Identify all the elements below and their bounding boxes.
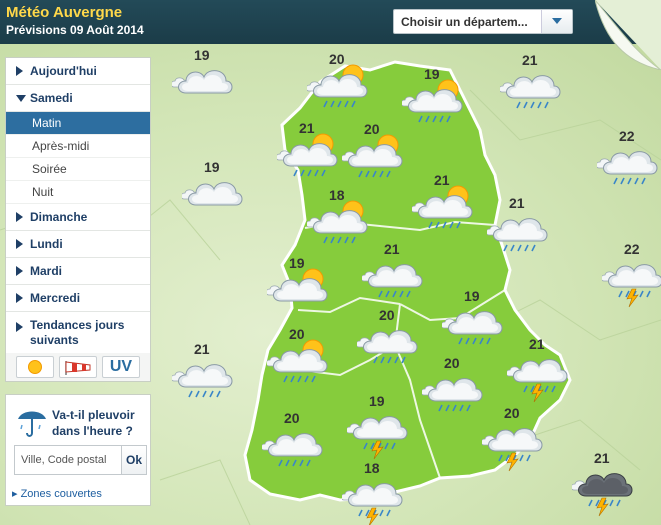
forecast-temperature: 20 bbox=[289, 326, 305, 342]
forecast-temperature: 20 bbox=[284, 410, 300, 426]
menu-item-mardi[interactable]: Mardi bbox=[6, 258, 150, 285]
forecast-date: Prévisions 09 Août 2014 bbox=[6, 23, 144, 37]
forecast-temperature: 19 bbox=[204, 159, 220, 175]
forecast-marker[interactable]: 20 bbox=[260, 410, 330, 470]
rain-question: Va-t-il pleuvoir dans l'heure ? bbox=[52, 408, 135, 438]
forecast-temperature: 22 bbox=[619, 128, 635, 144]
forecast-temperature: 21 bbox=[594, 450, 610, 466]
uv-mode-button[interactable]: UV bbox=[102, 356, 140, 378]
forecast-marker[interactable]: 21 bbox=[360, 241, 430, 301]
menu-subitem-nuit[interactable]: Nuit bbox=[6, 181, 150, 204]
forecast-marker[interactable]: 19 bbox=[345, 393, 415, 460]
sun-icon bbox=[28, 360, 42, 374]
forecast-marker[interactable]: 19 bbox=[440, 288, 510, 348]
forecast-marker[interactable]: 20 bbox=[265, 326, 335, 386]
menu-item-mercredi[interactable]: Mercredi bbox=[6, 285, 150, 312]
ok-button[interactable]: Ok bbox=[121, 445, 147, 475]
page-title: Météo Auvergne bbox=[6, 4, 123, 21]
zones-couvertes-link[interactable]: ▸ Zones couvertes bbox=[12, 487, 102, 500]
forecast-temperature: 18 bbox=[364, 460, 380, 476]
forecast-temperature: 19 bbox=[194, 47, 210, 63]
forecast-marker[interactable]: 20 bbox=[340, 121, 410, 181]
menu-item-dimanche[interactable]: Dimanche bbox=[6, 204, 150, 231]
menu-item-lundi[interactable]: Lundi bbox=[6, 231, 150, 258]
chevron-right-icon bbox=[16, 66, 23, 76]
forecast-marker[interactable]: 22 bbox=[595, 128, 661, 188]
day-menu: Aujourd'hui Samedi Matin Après-midi Soir… bbox=[5, 57, 151, 382]
forecast-marker[interactable]: 20 bbox=[480, 405, 550, 472]
forecast-temperature: 19 bbox=[464, 288, 480, 304]
umbrella-icon bbox=[18, 411, 46, 437]
department-dropdown-button[interactable] bbox=[541, 10, 572, 33]
forecast-marker[interactable]: 21 bbox=[485, 195, 555, 255]
forecast-marker[interactable]: 21 bbox=[570, 450, 640, 517]
forecast-temperature: 20 bbox=[329, 51, 345, 67]
chevron-down-icon bbox=[552, 18, 562, 24]
forecast-marker[interactable]: 18 bbox=[340, 460, 410, 525]
chevron-right-icon bbox=[16, 239, 23, 249]
chevron-right-icon bbox=[16, 322, 23, 332]
forecast-temperature: 21 bbox=[434, 172, 450, 188]
menu-item-aujourdhui[interactable]: Aujourd'hui bbox=[6, 58, 150, 85]
city-postcode-input[interactable] bbox=[14, 445, 122, 475]
forecast-marker[interactable]: 20 bbox=[305, 51, 375, 111]
map-mode-bar: UV bbox=[6, 353, 150, 381]
forecast-marker[interactable]: 19 bbox=[265, 255, 335, 315]
department-select[interactable]: Choisir un départem... bbox=[393, 9, 573, 34]
forecast-temperature: 21 bbox=[529, 336, 545, 352]
forecast-marker[interactable]: 22 bbox=[600, 241, 661, 308]
forecast-temperature: 20 bbox=[504, 405, 520, 421]
forecast-temperature: 19 bbox=[289, 255, 305, 271]
forecast-temperature: 19 bbox=[424, 66, 440, 82]
forecast-temperature: 22 bbox=[624, 241, 640, 257]
forecast-temperature: 21 bbox=[194, 341, 210, 357]
forecast-marker[interactable]: 19 bbox=[180, 159, 250, 219]
wind-mode-button[interactable] bbox=[59, 356, 97, 378]
windsock-icon bbox=[65, 361, 91, 375]
forecast-temperature: 20 bbox=[444, 355, 460, 371]
menu-subitem-soiree[interactable]: Soirée bbox=[6, 158, 150, 181]
forecast-temperature: 20 bbox=[379, 307, 395, 323]
chevron-right-icon bbox=[16, 266, 23, 276]
forecast-marker[interactable]: 18 bbox=[305, 187, 375, 247]
weather-mode-button[interactable] bbox=[16, 356, 54, 378]
page-curl-decoration bbox=[595, 0, 661, 70]
forecast-marker[interactable]: 19 bbox=[170, 47, 240, 107]
chevron-right-icon bbox=[16, 293, 23, 303]
menu-subitem-matin[interactable]: Matin bbox=[6, 112, 150, 135]
forecast-marker[interactable]: 21 bbox=[410, 172, 480, 232]
department-select-value: Choisir un départem... bbox=[401, 15, 528, 29]
forecast-temperature: 21 bbox=[299, 120, 315, 136]
forecast-temperature: 21 bbox=[384, 241, 400, 257]
forecast-marker[interactable]: 21 bbox=[498, 52, 568, 112]
rain-hour-box: Va-t-il pleuvoir dans l'heure ? Ok ▸ Zon… bbox=[5, 394, 151, 506]
chevron-down-icon bbox=[16, 95, 26, 102]
menu-item-samedi[interactable]: Samedi bbox=[6, 85, 150, 112]
forecast-temperature: 20 bbox=[364, 121, 380, 137]
forecast-temperature: 21 bbox=[522, 52, 538, 68]
chevron-right-icon bbox=[16, 212, 23, 222]
menu-item-tendances[interactable]: Tendances jours suivants bbox=[6, 312, 150, 355]
forecast-marker[interactable]: 21 bbox=[170, 341, 240, 401]
forecast-marker[interactable]: 20 bbox=[355, 307, 425, 367]
menu-subitem-apres-midi[interactable]: Après-midi bbox=[6, 135, 150, 158]
forecast-marker[interactable]: 19 bbox=[400, 66, 470, 126]
forecast-marker[interactable]: 21 bbox=[275, 120, 345, 180]
forecast-temperature: 19 bbox=[369, 393, 385, 409]
forecast-temperature: 18 bbox=[329, 187, 345, 203]
forecast-marker[interactable]: 21 bbox=[505, 336, 575, 403]
page-header: Météo Auvergne Prévisions 09 Août 2014 C… bbox=[0, 0, 661, 44]
forecast-temperature: 21 bbox=[509, 195, 525, 211]
